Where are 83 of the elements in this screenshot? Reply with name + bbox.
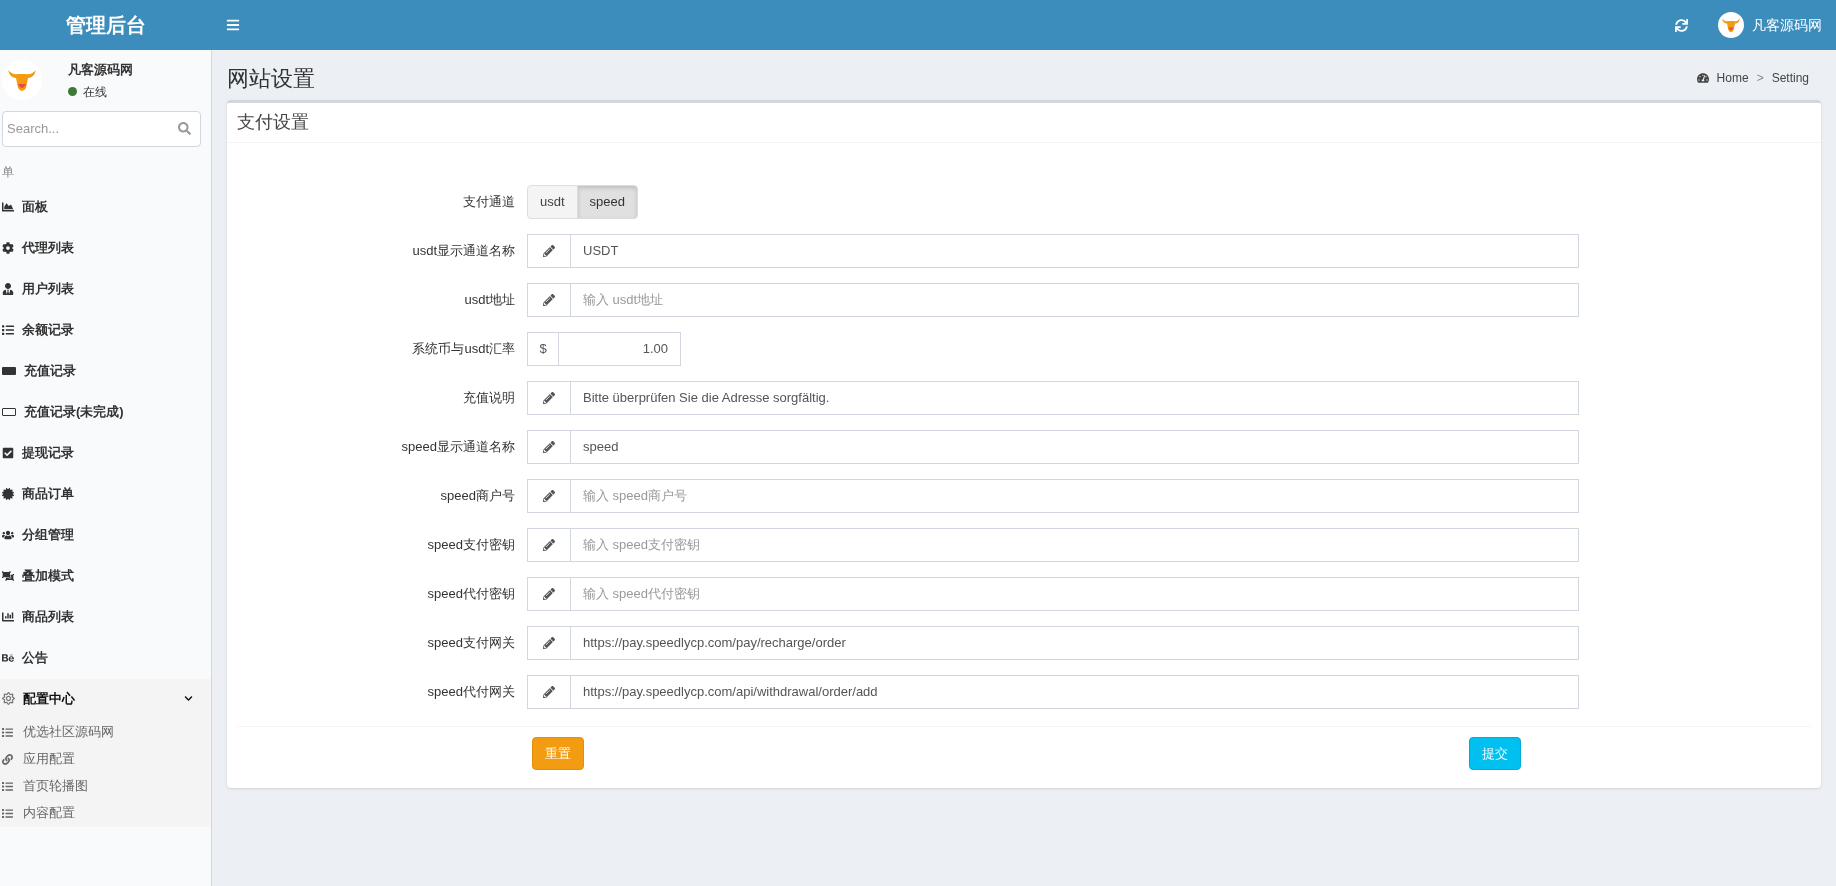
list-icon [2,324,14,336]
channel-toggle[interactable]: speed [576,185,638,219]
behance-icon [2,652,14,664]
search-icon[interactable] [178,121,191,135]
bar-chart-icon [2,611,14,623]
sidebar-item[interactable]: 商品订单 [0,473,211,515]
link-icon [2,753,13,765]
chevron-icon[interactable] [184,694,193,703]
list-icon [2,780,13,792]
field-label: usdt地址 [463,291,516,310]
field-label: speed代付密钥 [426,585,516,604]
list-icon [2,726,13,738]
field-label: speed代付网关 [426,683,516,702]
sidebar-item[interactable]: 用户列表 [0,268,211,310]
page-title: 网站设置 [227,64,315,93]
user-avatar-icon [1718,12,1744,38]
pencil-icon [543,637,555,649]
text-field[interactable]: speed [570,430,1579,464]
battery-empty-icon [2,408,16,416]
area-chart-icon [2,201,14,213]
submenu-item[interactable]: 首页轮播图 [0,772,211,800]
text-field[interactable]: 输入 speed商户号 [570,479,1579,513]
dashboard-icon [1696,72,1709,84]
sidebar-item[interactable]: 商品列表 [0,596,211,638]
list-icon [2,807,13,819]
sidebar-item[interactable]: 充值记录(未完成) [0,391,211,433]
users-icon [2,529,14,541]
refresh-icon[interactable] [1675,18,1688,32]
field-label: speed商户号 [439,487,516,506]
field-label: 系统币与usdt汇率 [411,340,516,359]
text-field[interactable]: Bitte überprüfen Sie die Adresse sorgfältig. [570,381,1579,415]
sidebar-item[interactable]: 余额记录 [0,309,211,351]
rate-field[interactable]: 1.00 [558,332,681,366]
text-field[interactable]: 输入 speed代付密钥 [570,577,1579,611]
field-label: speed显示通道名称 [400,438,516,457]
submenu-item[interactable]: 内容配置 [0,799,211,827]
sidebar-item[interactable]: 面板 [0,186,211,228]
badge-icon [2,488,14,500]
menu-icon[interactable] [226,18,240,32]
user-icon [2,283,14,295]
text-field[interactable]: https://pay.speedlycp.com/api/withdrawal/order/add [570,675,1579,709]
user-name: 凡客源码网 [68,61,133,79]
pencil-icon [543,490,555,502]
sun-icon [2,692,15,705]
pencil-icon [543,686,555,698]
text-field[interactable]: 输入 usdt地址 [570,283,1579,317]
field-label: 支付通道 [462,193,516,212]
sidebar-group[interactable]: 配置中心 [0,678,211,719]
breadcrumb-current: Setting [1771,70,1809,87]
pencil-icon [543,245,555,257]
channel-toggle[interactable]: usdt [527,185,578,219]
breadcrumb-link[interactable]: Home [1716,69,1749,87]
field-label: usdt显示通道名称 [411,242,516,261]
pencil-icon [543,539,555,551]
submenu-item[interactable]: 应用配置 [0,745,211,773]
battery-full-icon [2,367,16,375]
pencil-icon [543,392,555,404]
breadcrumb-separator: > [1756,70,1764,87]
field-label: speed支付网关 [426,634,516,653]
pencil-icon [543,588,555,600]
menu-header: 单 [1,163,15,181]
brand-title: 管理后台 [66,14,146,36]
sidebar-item[interactable]: 分组管理 [0,514,211,556]
ungroup-icon [2,570,14,582]
gear-icon [2,242,14,254]
sidebar-item[interactable]: 公告 [0,637,211,679]
sidebar-item[interactable]: 叠加模式 [0,555,211,597]
text-field[interactable]: 输入 speed支付密钥 [570,528,1579,562]
sidebar-item[interactable]: 充值记录 [0,350,211,392]
sidebar-item[interactable]: 代理列表 [0,227,211,269]
checkbox-icon [2,447,14,459]
pencil-icon [543,294,555,306]
text-field[interactable]: USDT [570,234,1579,268]
user-name[interactable]: 凡客源码网 [1752,14,1822,36]
pencil-icon [543,441,555,453]
search-field[interactable]: Search... [2,110,201,147]
sidebar-item[interactable]: 提现记录 [0,432,211,474]
user-status: 在线 [83,83,107,101]
field-label: speed支付密钥 [426,536,516,555]
text-field[interactable]: https://pay.speedlycp.com/pay/recharge/order [570,626,1579,660]
field-label: 充值说明 [462,389,516,408]
submenu-item[interactable]: 优选社区源码网 [0,718,211,746]
card-title: 支付设置 [237,111,309,134]
